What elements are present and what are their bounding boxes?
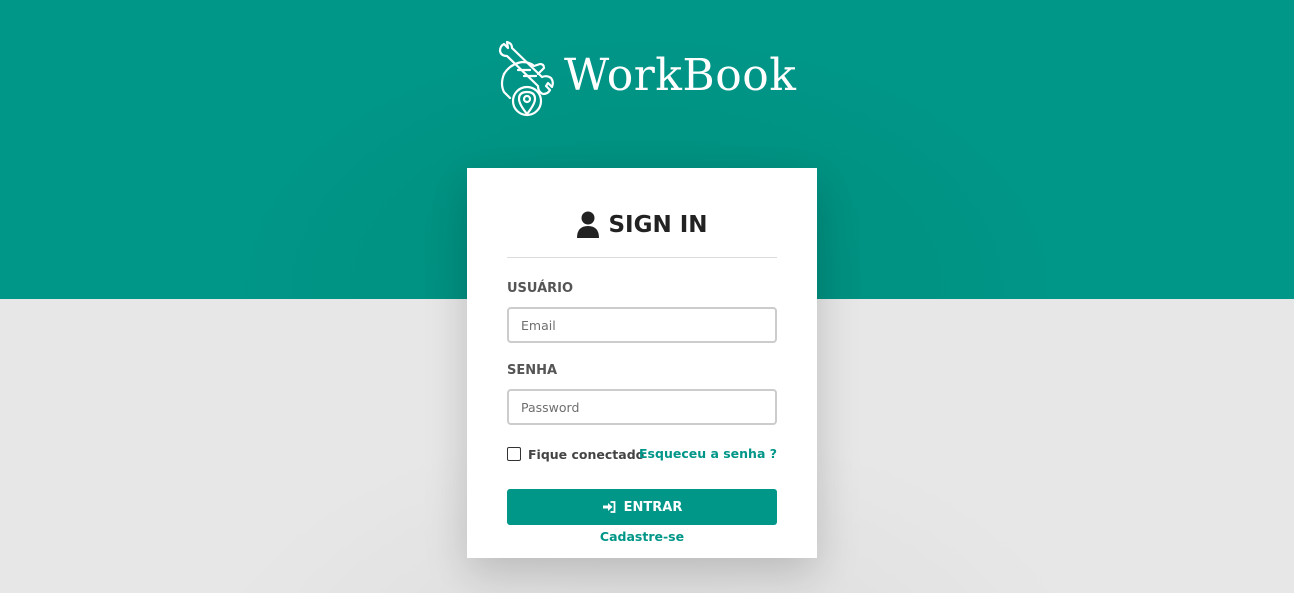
wrench-hand-location-icon (498, 40, 554, 117)
page-title: SIGN IN (608, 211, 708, 238)
login-card: SIGN IN USUÁRIO SENHA Fique conectado Es… (467, 168, 817, 558)
brand-logo: WorkBook (494, 40, 804, 122)
brand-name: WorkBook (564, 50, 797, 101)
remember-checkbox[interactable] (507, 447, 521, 461)
email-field[interactable] (507, 307, 777, 343)
password-label: SENHA (507, 363, 558, 378)
sign-in-icon (602, 501, 616, 513)
password-field[interactable] (507, 389, 777, 425)
user-icon (577, 211, 600, 238)
login-header: SIGN IN (507, 198, 777, 258)
remember-label[interactable]: Fique conectado (528, 447, 644, 462)
remember-me[interactable]: Fique conectado (507, 445, 644, 463)
username-label: USUÁRIO (507, 281, 574, 296)
register-link[interactable]: Cadastre-se (467, 529, 817, 544)
login-page: WorkBook SIGN IN USUÁRIO SENHA Fique con… (0, 0, 1294, 593)
submit-button[interactable]: ENTRAR (507, 489, 777, 525)
submit-button-label: ENTRAR (623, 499, 683, 515)
forgot-password-link[interactable]: Esqueceu a senha ? (639, 446, 777, 461)
